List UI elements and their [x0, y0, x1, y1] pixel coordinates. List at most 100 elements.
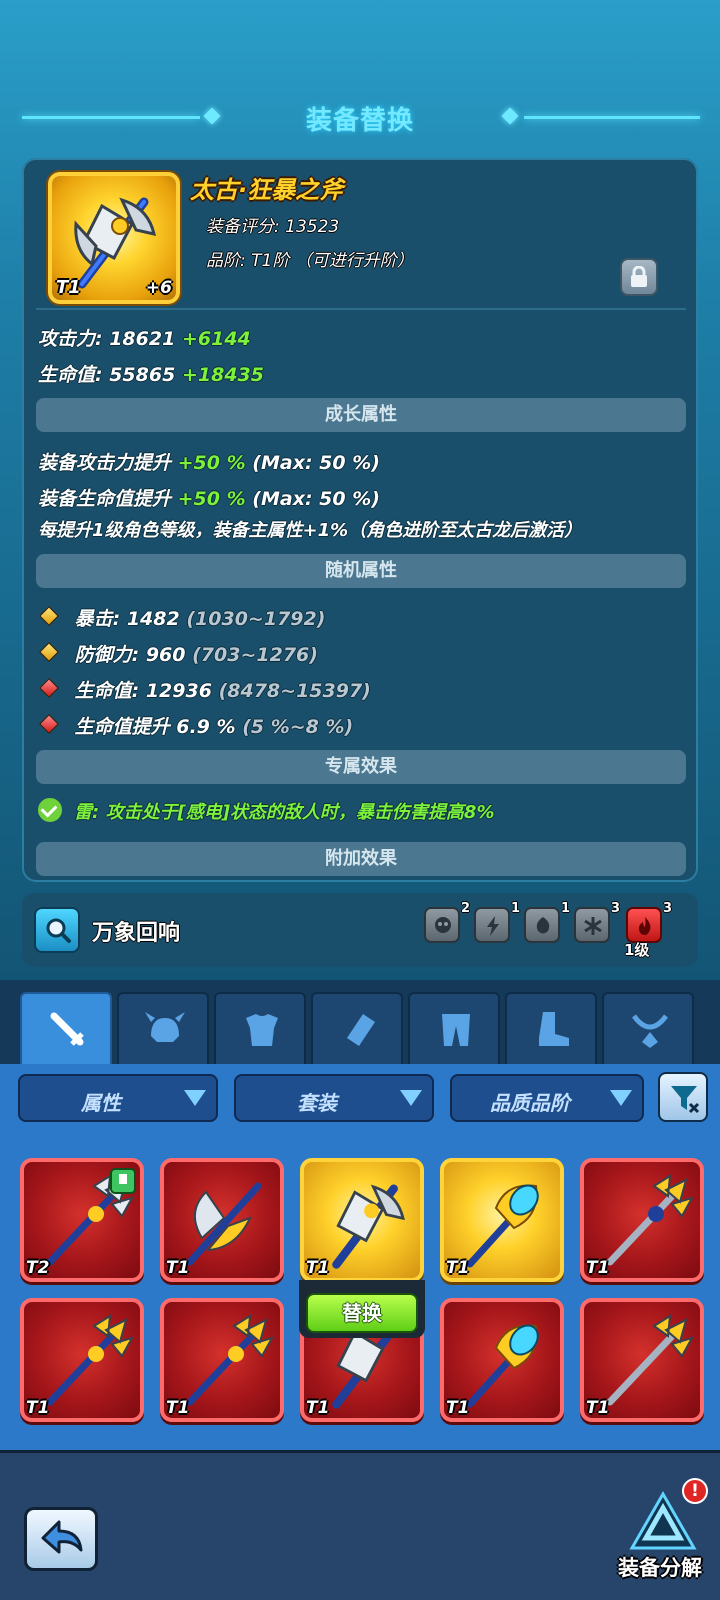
random-attr-range: (1030~1792) — [186, 608, 326, 630]
slot-tier: T1 — [586, 1258, 610, 1278]
notification-badge: ! — [682, 1478, 708, 1504]
skull-icon — [435, 917, 451, 933]
growth-attack-line: 装备攻击力提升 +50 % (Max: 50 %) — [38, 448, 380, 475]
page-header: 装备替换 — [0, 96, 720, 140]
random-attr-range: (703~1276) — [192, 644, 318, 666]
random-attr-row: 暴击: 1482 (1030~1792) — [38, 604, 325, 631]
tab-pants[interactable] — [408, 992, 500, 1064]
element-count: 3 — [662, 901, 672, 916]
lock-button[interactable] — [620, 258, 658, 296]
attack-bonus: +6144 — [181, 328, 251, 350]
growth-attack-value: +50 % — [177, 452, 246, 474]
random-section-header: 随机属性 — [36, 554, 686, 588]
element-count: 2 — [460, 901, 470, 916]
necklace-icon — [631, 1014, 669, 1048]
bracer-icon — [347, 1014, 375, 1046]
back-button[interactable] — [24, 1507, 98, 1571]
slot-tier: T1 — [306, 1258, 330, 1278]
frost-icon — [584, 917, 602, 935]
item-grade: 品阶: T1阶 （可进行升阶） — [206, 251, 414, 271]
item-detail-panel[interactable]: T1 +6 太古·狂暴之斧 装备评分: 13523 品阶: T1阶 （可进行升阶… — [22, 158, 698, 882]
equipment-tabs — [0, 980, 720, 1064]
trident-icon — [186, 1314, 275, 1406]
element-lightning[interactable]: 1 — [474, 901, 520, 943]
growth-hp-label: 装备生命值提升 — [38, 488, 172, 510]
gem-staff-icon — [466, 1324, 539, 1408]
double-axe-icon — [186, 1182, 262, 1266]
slot-tier: T1 — [306, 1398, 330, 1418]
slot-tier: T2 — [26, 1258, 50, 1278]
item-icon-frame[interactable]: T1 +6 — [48, 172, 180, 304]
gold-gem-icon — [39, 642, 59, 662]
tab-boots[interactable] — [505, 992, 597, 1064]
attribute-dropdown[interactable]: 属性 — [18, 1074, 218, 1122]
element-skull[interactable]: 2 — [424, 901, 470, 943]
element-poison[interactable]: 1 — [524, 901, 570, 943]
growth-hp-max: (Max: 50 %) — [252, 488, 380, 510]
random-attr-label: 防御力: 960 — [74, 644, 186, 666]
filter-button[interactable] — [658, 1072, 708, 1122]
inventory-slot[interactable]: T1 — [440, 1158, 564, 1282]
tab-weapon[interactable] — [20, 992, 112, 1064]
pants-icon — [442, 1014, 470, 1046]
growth-attack-label: 装备攻击力提升 — [38, 452, 172, 474]
hp-bonus: +18435 — [181, 364, 264, 386]
hp-stat: 生命值: 55865 +18435 — [38, 360, 264, 387]
growth-hp-line: 装备生命值提升 +50 % (Max: 50 %) — [38, 484, 380, 511]
growth-section-header: 成长属性 — [36, 398, 686, 432]
lightning-icon — [487, 916, 499, 936]
inventory-slot[interactable]: T2 — [20, 1158, 144, 1282]
quality-dropdown[interactable]: 品质品阶 — [450, 1074, 644, 1122]
tab-bracer[interactable] — [311, 992, 403, 1064]
inventory-slot[interactable]: T1 — [440, 1298, 564, 1422]
item-name: 太古·狂暴之斧 — [190, 176, 344, 204]
chevron-down-icon — [184, 1090, 206, 1106]
tab-armor[interactable] — [214, 992, 306, 1064]
inventory-slot[interactable]: T1 — [580, 1298, 704, 1422]
echo-label: 万象回响 — [92, 921, 181, 946]
random-attr-row: 生命值: 12936 (8478~15397) — [38, 676, 371, 703]
random-attr-range: (8478~15397) — [218, 680, 371, 702]
upgrade-badge-icon — [110, 1168, 136, 1194]
tab-necklace[interactable] — [602, 992, 694, 1064]
echo-search-button[interactable] — [34, 907, 80, 953]
tab-helmet[interactable] — [117, 992, 209, 1064]
lock-icon — [631, 266, 647, 287]
slot-tier: T1 — [446, 1398, 470, 1418]
set-dropdown[interactable]: 套装 — [234, 1074, 434, 1122]
poison-icon — [536, 917, 550, 934]
inventory-slot-selected[interactable]: T1 — [300, 1158, 424, 1282]
boots-icon — [539, 1012, 569, 1046]
echo-bar[interactable]: 万象回响 2 1 1 3 3 1级 — [22, 893, 698, 967]
header-line-right — [524, 116, 700, 119]
replace-button[interactable]: 替换 — [306, 1293, 418, 1333]
slot-tier: T1 — [446, 1258, 470, 1278]
inventory-slot[interactable]: T1 — [160, 1158, 284, 1282]
element-frost[interactable]: 3 — [574, 901, 620, 943]
sword-icon — [50, 1012, 84, 1046]
exclusive-section-header: 专属效果 — [36, 750, 686, 784]
element-level: 1级 — [624, 941, 650, 959]
random-attr-label: 生命值提升 6.9 % — [74, 716, 236, 738]
trident-icon — [606, 1314, 695, 1406]
growth-level-line: 每提升1级角色等级，装备主属性+1%（角色进阶至太古龙后激活） — [38, 520, 583, 541]
slot-tier: T1 — [26, 1398, 50, 1418]
inventory-slot[interactable]: T1 — [580, 1158, 704, 1282]
inventory-slot[interactable]: T1 — [160, 1298, 284, 1422]
exclusive-effect-text: 雷: 攻击处于[感电]状态的敌人时，暴击伤害提高8% — [74, 802, 495, 823]
divider — [36, 308, 686, 310]
slot-tier: T1 — [166, 1258, 190, 1278]
inventory-slot[interactable]: T1 — [20, 1298, 144, 1422]
random-attr-row: 防御力: 960 (703~1276) — [38, 640, 318, 667]
decompose-label: 装备分解 — [618, 1556, 702, 1580]
helmet-icon — [145, 1012, 185, 1042]
item-score: 装备评分: 13523 — [206, 217, 340, 237]
axe-icon — [74, 197, 156, 289]
element-count: 1 — [560, 901, 570, 916]
red-gem-icon — [39, 678, 59, 698]
filter-row: 属性 套装 品质品阶 — [0, 1074, 720, 1124]
element-fire[interactable]: 3 1级 — [624, 901, 672, 959]
red-gem-icon — [39, 714, 59, 734]
gold-gem-icon — [39, 606, 59, 626]
item-tier-label: T1 — [56, 277, 81, 298]
